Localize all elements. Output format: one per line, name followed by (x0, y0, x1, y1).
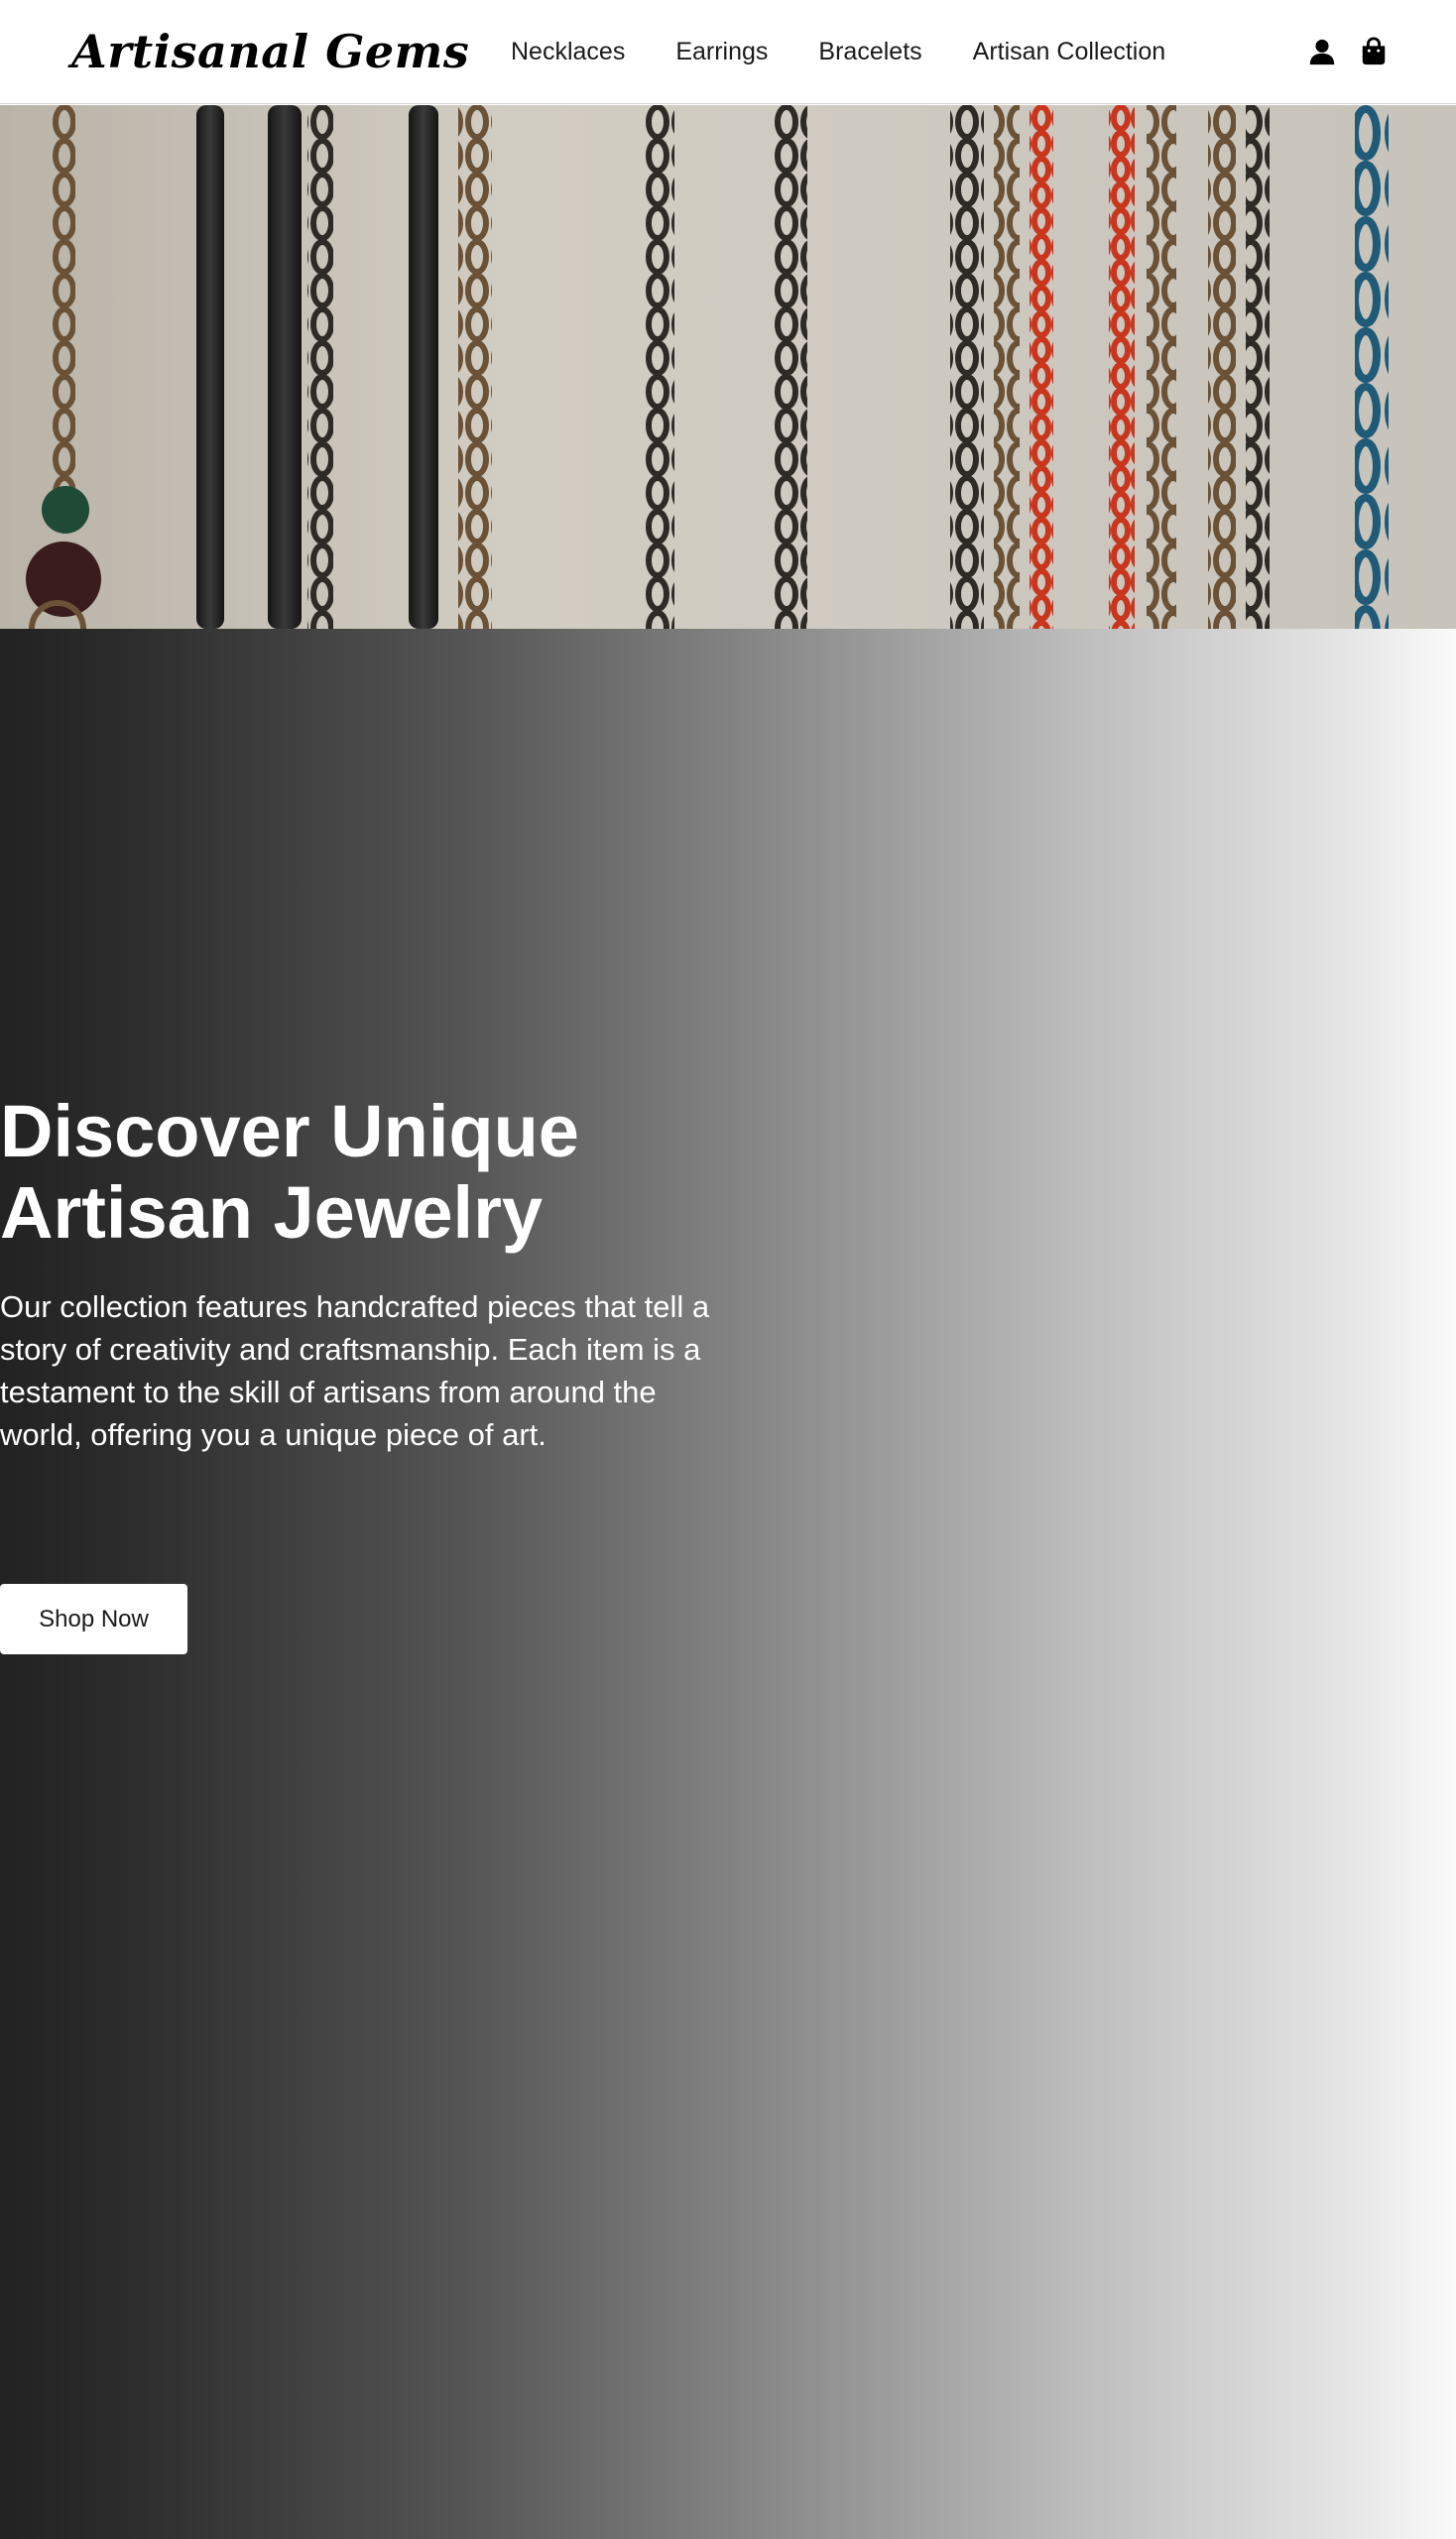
nav-link-necklaces[interactable]: Necklaces (511, 36, 625, 67)
nav-link-bracelets[interactable]: Bracelets (818, 36, 921, 67)
hero-section (0, 629, 1456, 2539)
nav-link-earrings[interactable]: Earrings (675, 36, 768, 67)
shop-now-button[interactable]: Shop Now (0, 1584, 187, 1654)
user-icon[interactable] (1306, 36, 1338, 67)
nav-link-artisan-collection[interactable]: Artisan Collection (973, 36, 1166, 67)
main-nav: Necklaces Earrings Bracelets Artisan Col… (511, 36, 1165, 67)
hero-title: Discover Unique Artisan Jewelry (0, 1090, 579, 1254)
jewelry-chains-image (0, 105, 1456, 629)
shopping-bag-icon[interactable] (1358, 36, 1390, 67)
site-logo[interactable]: Artisanal Gems (71, 22, 469, 81)
hero-description: Our collection features handcrafted piec… (0, 1289, 710, 1452)
site-header: Artisanal Gems Necklaces Earrings Bracel… (0, 0, 1456, 104)
